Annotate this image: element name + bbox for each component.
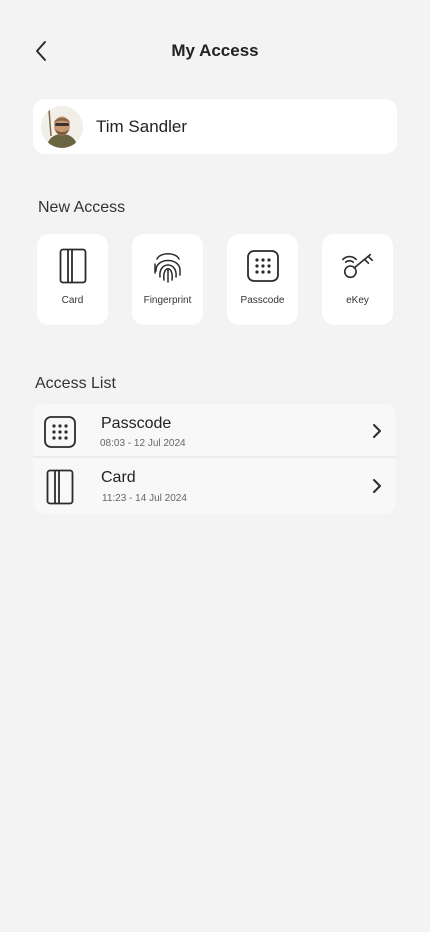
page-title: My Access bbox=[171, 41, 259, 60]
user-avatar-image bbox=[41, 105, 83, 148]
new-access-heading: New Access bbox=[38, 199, 126, 216]
list-item-timestamp: 08:03 - 12 Jul 2024 bbox=[100, 438, 186, 449]
card-icon bbox=[55, 248, 91, 284]
new-access-card-tile[interactable]: Card bbox=[37, 234, 108, 325]
chevron-right-icon bbox=[370, 477, 384, 495]
ekey-icon bbox=[340, 248, 376, 284]
access-list-heading: Access List bbox=[35, 375, 116, 392]
list-item-timestamp: 11:23 - 14 Jul 2024 bbox=[102, 493, 187, 504]
fingerprint-tile-label: Fingerprint bbox=[143, 295, 192, 306]
access-list-item-passcode[interactable]: Passcode 08:03 - 12 Jul 2024 bbox=[33, 404, 396, 458]
avatar bbox=[41, 105, 83, 148]
fingerprint-icon bbox=[150, 248, 186, 284]
user-card: Tim Sandler bbox=[33, 99, 397, 154]
access-list-item-card[interactable]: Card 11:23 - 14 Jul 2024 bbox=[33, 459, 396, 513]
card-icon bbox=[42, 469, 78, 505]
list-item-title: Card bbox=[101, 469, 136, 486]
user-name: Tim Sandler bbox=[96, 116, 188, 136]
new-access-fingerprint-tile[interactable]: Fingerprint bbox=[132, 234, 203, 325]
my-access-screen: My Access Tim Sandler New Access Card Fi… bbox=[0, 0, 430, 932]
new-access-ekey-tile[interactable]: eKey bbox=[322, 234, 393, 325]
keypad-icon bbox=[245, 248, 281, 284]
chevron-right-icon bbox=[370, 422, 384, 440]
card-tile-label: Card bbox=[61, 295, 84, 306]
new-access-passcode-tile[interactable]: Passcode bbox=[227, 234, 298, 325]
passcode-tile-label: Passcode bbox=[240, 295, 285, 306]
new-access-tiles: Card Fingerprint Passcode eKey bbox=[37, 234, 393, 325]
access-list: Passcode 08:03 - 12 Jul 2024 Card 11:23 … bbox=[33, 404, 396, 514]
ekey-tile-label: eKey bbox=[346, 295, 369, 306]
list-item-title: Passcode bbox=[101, 415, 172, 432]
keypad-icon bbox=[42, 414, 78, 450]
